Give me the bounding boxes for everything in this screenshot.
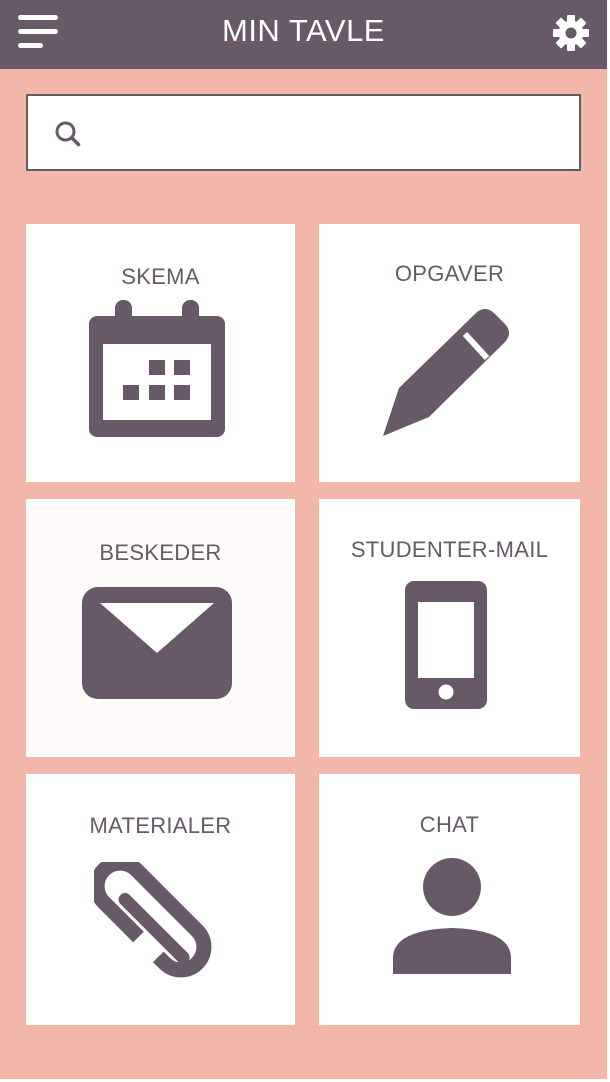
tile-label: MATERIALER — [89, 813, 232, 838]
envelope-icon — [82, 587, 232, 699]
calendar-icon — [89, 300, 225, 437]
paperclip-icon — [94, 862, 212, 978]
tile-studenter-mail[interactable]: STUDENTER-MAIL — [319, 499, 580, 757]
tile-label: OPGAVER — [394, 261, 505, 286]
search-input[interactable] — [98, 106, 562, 161]
tile-label: BESKEDER — [99, 540, 222, 565]
top-bar: MIN TAVLE — [0, 0, 607, 69]
person-icon — [393, 858, 511, 974]
tile-materialer[interactable]: MATERIALER — [26, 774, 295, 1025]
app-frame: MIN TAVLE SKEMA OPGAVER BESKEDER STUDENT… — [0, 0, 610, 1082]
tile-label: SKEMA — [121, 264, 200, 289]
pencil-icon — [383, 309, 509, 436]
tile-beskeder[interactable]: BESKEDER — [26, 499, 295, 757]
page-title: MIN TAVLE — [222, 13, 385, 48]
tile-chat[interactable]: CHAT — [319, 774, 580, 1025]
phone-icon — [405, 581, 487, 709]
gear-icon — [553, 15, 589, 51]
tile-label: CHAT — [419, 812, 480, 837]
search-bar[interactable] — [26, 94, 581, 171]
settings-button[interactable] — [551, 13, 591, 53]
search-icon — [55, 121, 81, 147]
tile-opgaver[interactable]: OPGAVER — [319, 224, 580, 482]
tile-label: STUDENTER-MAIL — [350, 537, 549, 562]
tile-skema[interactable]: SKEMA — [26, 224, 295, 482]
